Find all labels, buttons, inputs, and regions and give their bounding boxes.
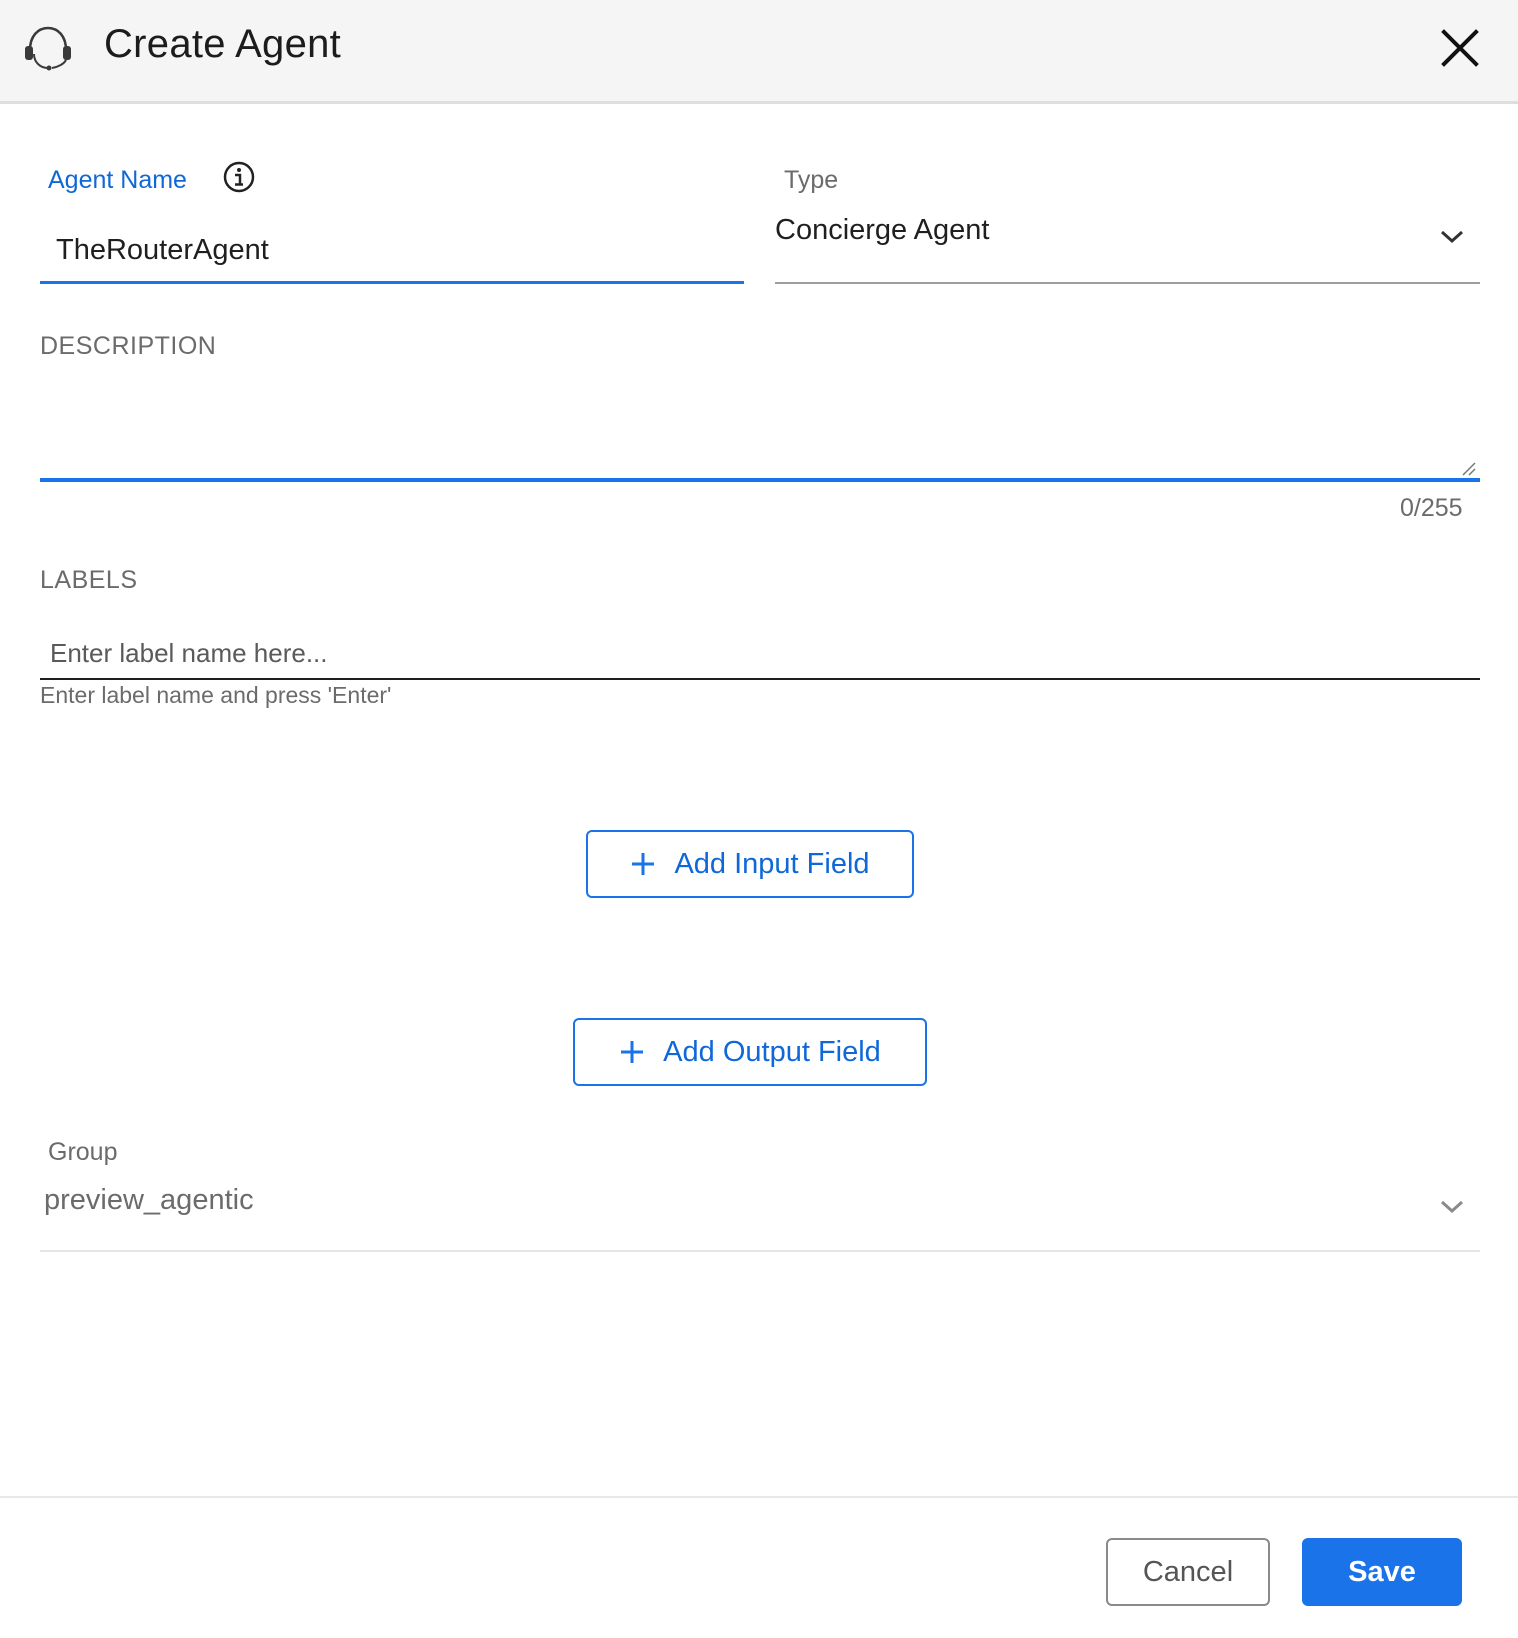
plus-icon [632, 853, 655, 875]
type-select[interactable]: Concierge Agent [775, 206, 1480, 284]
labels-helper-text: Enter label name and press 'Enter' [40, 682, 392, 708]
close-icon[interactable] [1438, 26, 1482, 70]
footer-divider [0, 1496, 1518, 1498]
agent-name-label: Agent Name [48, 166, 187, 194]
dialog-header: Create Agent [0, 0, 1518, 104]
cancel-button[interactable]: Cancel [1106, 1538, 1270, 1606]
plus-icon [621, 1041, 644, 1063]
agent-name-input[interactable] [40, 220, 744, 284]
labels-label: LABELS [40, 566, 138, 594]
type-label: Type [784, 166, 839, 194]
group-value: preview_agentic [44, 1184, 254, 1216]
save-button[interactable]: Save [1302, 1538, 1462, 1606]
group-select[interactable]: preview_agentic [40, 1170, 1480, 1252]
chevron-down-icon [1440, 230, 1464, 244]
add-input-field-label: Add Input Field [674, 847, 870, 880]
headset-icon [25, 26, 71, 71]
add-output-field-button[interactable]: Add Output Field [573, 1018, 927, 1086]
add-output-field-label: Add Output Field [663, 1035, 881, 1068]
dialog-title: Create Agent [104, 22, 342, 66]
labels-input[interactable] [40, 628, 1480, 680]
chevron-down-icon [1440, 1200, 1464, 1214]
description-char-counter: 0/255 [1400, 494, 1463, 522]
description-label: DESCRIPTION [40, 332, 217, 360]
type-value: Concierge Agent [775, 214, 990, 246]
info-icon[interactable] [222, 160, 256, 194]
add-input-field-button[interactable]: Add Input Field [586, 830, 914, 898]
resize-grip-icon[interactable] [1460, 460, 1476, 476]
create-agent-dialog: Create Agent Agent Name Type Concierge A… [0, 0, 1518, 1638]
description-textarea[interactable] [40, 372, 1480, 482]
group-label: Group [48, 1138, 118, 1166]
